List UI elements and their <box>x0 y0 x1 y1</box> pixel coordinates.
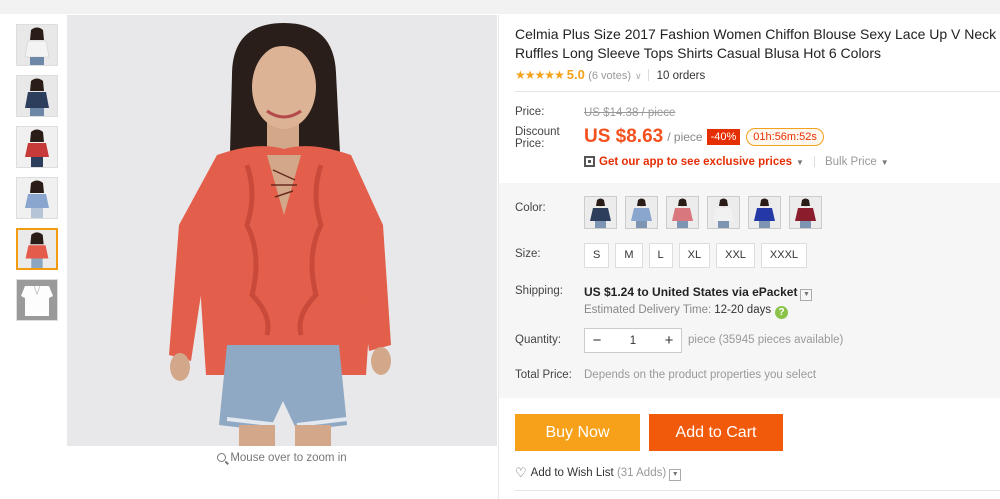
caret-down-icon[interactable]: ▼ <box>881 158 889 167</box>
shipping-label: Shipping: <box>515 285 563 297</box>
size-label: Size: <box>515 248 541 260</box>
color-swatch[interactable] <box>584 196 617 229</box>
delivery-eta-row: Estimated Delivery Time: 12-20 days? <box>584 304 789 319</box>
thumbnail-red[interactable] <box>16 126 58 168</box>
star-rating-icon: ★★★★★ <box>515 68 565 82</box>
discount-price-row: US $8.63/ piece -40% 01h:56m:52s <box>584 126 824 148</box>
size-option[interactable]: XL <box>678 243 711 268</box>
thumbnail-navy[interactable] <box>16 75 58 117</box>
minus-icon[interactable]: − <box>585 332 609 349</box>
rating-score: 5.0 <box>566 67 585 82</box>
discount-price: US $8.63 <box>584 126 664 147</box>
size-options: S M L XL XXL XXXL <box>584 243 813 268</box>
rating-row: ★★★★★ 5.0 (6 votes) ∨ 10 orders <box>515 67 705 82</box>
wishlist-link[interactable]: Add to Wish List <box>531 467 614 479</box>
qr-code-icon <box>584 156 595 167</box>
add-to-cart-button[interactable]: Add to Cart <box>649 414 783 451</box>
top-strip <box>0 0 1000 14</box>
separator <box>813 156 815 167</box>
discount-price-label: Discount Price: <box>515 126 560 150</box>
caret-down-icon[interactable]: ▼ <box>796 158 804 167</box>
votes-link[interactable]: (6 votes) <box>588 70 631 82</box>
chevron-down-icon[interactable]: ▼ <box>669 469 682 481</box>
color-swatch[interactable] <box>748 196 781 229</box>
thumbnail-white[interactable] <box>16 24 58 66</box>
wishlist-row: ♡ Add to Wish List (31 Adds) ▼ <box>515 465 682 481</box>
total-price-label: Total Price: <box>515 369 572 381</box>
wishlist-count: (31 Adds) <box>616 467 667 479</box>
orders-count: 10 orders <box>656 70 706 82</box>
quantity-stepper: − 1 + <box>584 328 682 353</box>
price-unit: / piece <box>667 130 703 144</box>
discount-badge: -40% <box>706 129 741 145</box>
help-icon[interactable]: ? <box>775 306 789 319</box>
thumbnail-list <box>16 24 60 330</box>
divider <box>515 490 1000 491</box>
countdown-timer: 01h:56m:52s <box>746 128 824 146</box>
size-option[interactable]: L <box>648 243 673 268</box>
total-price-note: Depends on the product properties you se… <box>584 369 817 381</box>
color-swatch[interactable] <box>666 196 699 229</box>
main-product-image[interactable] <box>67 15 497 446</box>
size-option[interactable]: XXXL <box>760 243 808 268</box>
magnifier-icon <box>217 453 227 462</box>
thumbnail-orange-red[interactable] <box>16 228 58 270</box>
price-label: Price: <box>515 106 545 118</box>
color-swatch[interactable] <box>707 196 740 229</box>
shipping-destination: to United States via ePacket <box>634 285 798 299</box>
quantity-label: Quantity: <box>515 334 562 346</box>
size-option[interactable]: M <box>615 243 643 268</box>
color-swatch[interactable] <box>625 196 658 229</box>
thumbnail-flat-white[interactable] <box>16 279 58 321</box>
bulk-price-link[interactable]: Bulk Price <box>825 156 877 168</box>
heart-icon[interactable]: ♡ <box>515 465 527 481</box>
color-swatches <box>584 196 830 232</box>
divider <box>515 91 1000 92</box>
quantity-input[interactable]: 1 <box>609 335 657 347</box>
product-page: Mouse over to zoom in Celmia Plus Size 2… <box>0 0 1000 499</box>
color-label: Color: <box>515 202 546 214</box>
app-promo-link[interactable]: Get our app to see exclusive prices <box>599 156 792 168</box>
plus-icon[interactable]: + <box>657 332 681 349</box>
separator <box>647 69 649 81</box>
shipping-row: US $1.24 to United States via ePacket ▼ <box>584 285 813 301</box>
app-promo-row: Get our app to see exclusive prices ▼ Bulk… <box>584 156 889 168</box>
eta-days: 12-20 days <box>714 304 772 316</box>
quantity-available: piece (35945 pieces available) <box>688 334 844 346</box>
zoom-hint-text: Mouse over to zoom in <box>230 452 347 464</box>
shipping-cost: US $1.24 <box>584 285 635 299</box>
original-price: US $14.38 / piece <box>584 107 676 119</box>
chevron-down-icon[interactable]: ▼ <box>800 289 813 301</box>
size-option[interactable]: S <box>584 243 610 268</box>
product-title: Celmia Plus Size 2017 Fashion Women Chif… <box>515 26 997 61</box>
buy-now-button[interactable]: Buy Now <box>515 414 640 451</box>
eta-label: Estimated Delivery Time: <box>584 304 712 316</box>
size-option[interactable]: XXL <box>716 243 755 268</box>
zoom-hint: Mouse over to zoom in <box>67 452 497 464</box>
thumbnail-light-blue[interactable] <box>16 177 58 219</box>
color-swatch[interactable] <box>789 196 822 229</box>
chevron-down-icon[interactable]: ∨ <box>635 71 642 82</box>
